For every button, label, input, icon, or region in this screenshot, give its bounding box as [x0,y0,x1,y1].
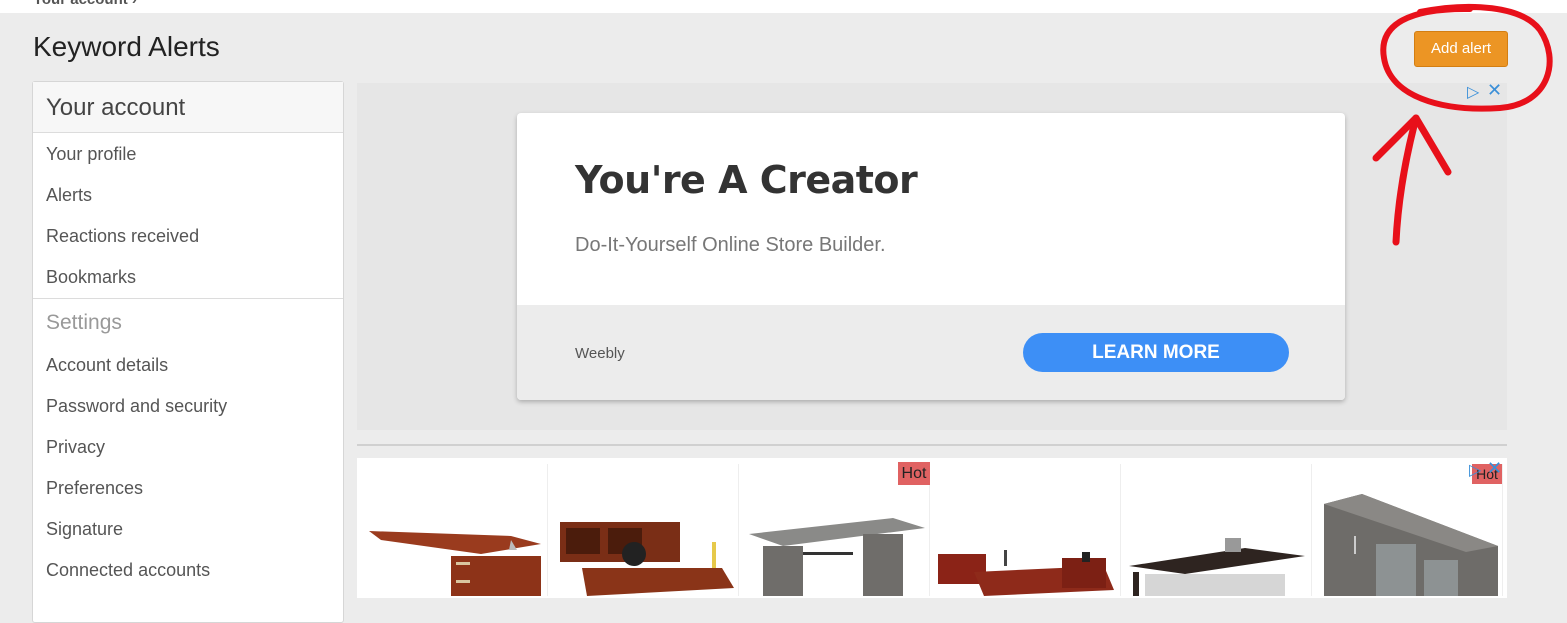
breadcrumb-label[interactable]: Your account [33,0,128,8]
adchoices-icon[interactable]: ▷ [1469,460,1481,480]
product-tile[interactable] [361,464,548,596]
adchoices-icon[interactable]: ▷ [1467,82,1479,102]
sidebar-item-preferences[interactable]: Preferences [33,468,343,509]
breadcrumb[interactable]: Your account › [33,0,137,8]
sidebar-item-password-and-security[interactable]: Password and security [33,386,343,427]
desk-image [938,550,1114,596]
hot-badge: Hot [898,462,930,485]
top-strip: Your account › [0,0,1567,13]
close-ad-icon[interactable]: ✕ [1487,80,1502,101]
page-title: Keyword Alerts [33,31,220,62]
sidebar-item-your-profile[interactable]: Your profile [33,134,343,175]
breadcrumb-chevron-icon: › [132,0,137,8]
desk-image [560,522,734,596]
section-divider [357,444,1507,446]
ad-description[interactable]: Do-It-Yourself Online Store Builder. [575,234,886,257]
sidebar-item-privacy[interactable]: Privacy [33,427,343,468]
sidebar-item-reactions-received[interactable]: Reactions received [33,216,343,257]
add-alert-button[interactable]: Add alert [1414,31,1508,67]
ad-footer: Weebly LEARN MORE [517,305,1345,400]
desk-image [1129,538,1305,596]
close-ad-icon[interactable]: ✕ [1487,458,1502,479]
sidebar-item-bookmarks[interactable]: Bookmarks [33,257,343,298]
sidebar-heading-settings: Settings [33,298,343,345]
account-sidebar: Your account Your profile Alerts Reactio… [32,81,344,623]
sidebar-item-connected-accounts[interactable]: Connected accounts [33,550,343,591]
sidebar-item-account-details[interactable]: Account details [33,345,343,386]
ad-brand[interactable]: Weebly [575,345,625,362]
product-tile[interactable] [934,464,1121,596]
ad-card[interactable]: You're A Creator Do-It-Yourself Online S… [517,113,1345,400]
product-tile[interactable] [1125,464,1312,596]
sidebar-item-alerts[interactable]: Alerts [33,175,343,216]
learn-more-button[interactable]: LEARN MORE [1023,333,1289,372]
desk-image [369,531,541,596]
sidebar-item-signature[interactable]: Signature [33,509,343,550]
sidebar-heading-your-account[interactable]: Your account [33,82,343,133]
ad-headline[interactable]: You're A Creator [575,158,918,202]
product-tile[interactable] [552,464,739,596]
